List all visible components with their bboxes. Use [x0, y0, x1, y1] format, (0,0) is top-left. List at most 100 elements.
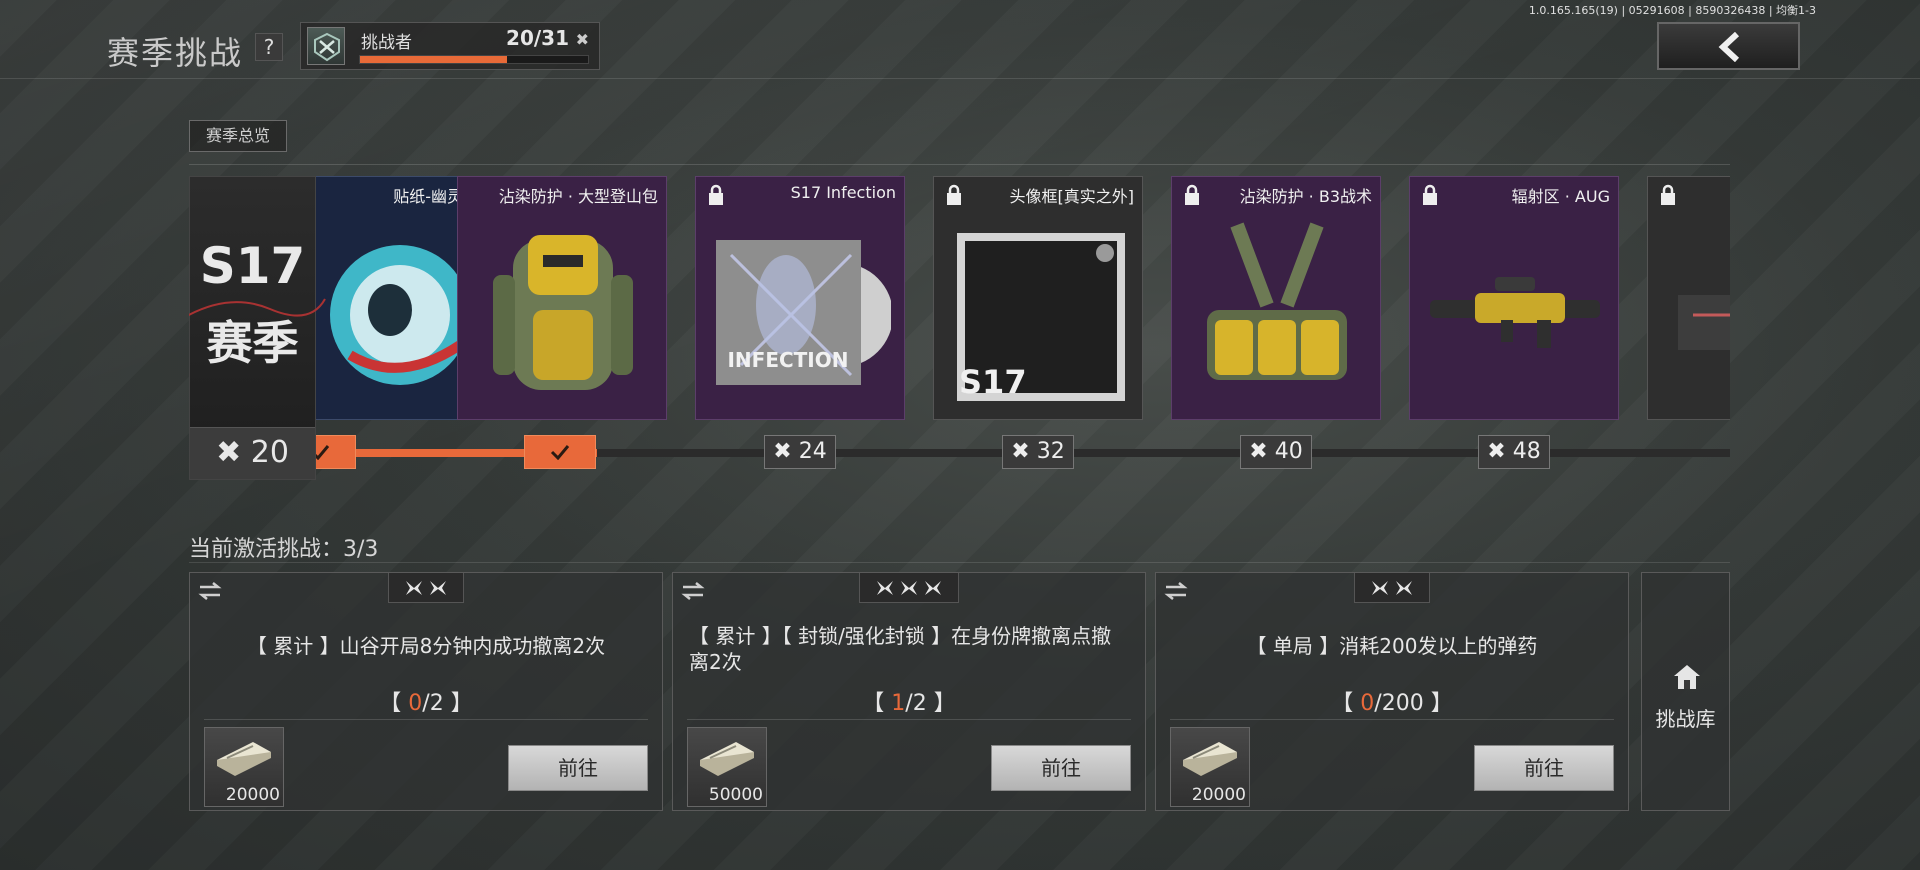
home-icon [1674, 665, 1700, 689]
star-icon: ✖ [1249, 439, 1268, 464]
challenge-description: 【 累计 】【 封锁/强化封锁 】在身份牌撤离点撤离2次 [689, 624, 1112, 674]
active-challenges-title: 当前激活挑战：3/3 [189, 537, 379, 562]
difficulty-stars [1354, 573, 1430, 603]
lock-icon [1423, 184, 1437, 205]
chevron-left-icon [1718, 32, 1740, 62]
active-divider [189, 562, 1730, 563]
star-icon: ✖ [1011, 439, 1030, 464]
star-icon [1372, 580, 1388, 595]
reward-title: 辐射区 · AUG [1511, 187, 1610, 206]
rank-progress-bar [359, 55, 589, 64]
challenge-star-icon: ✖ [575, 30, 589, 49]
reward-preview-image [1678, 295, 1730, 350]
challenge-divider [204, 719, 648, 720]
milestone-node[interactable]: ✖ 32 [1002, 435, 1074, 469]
star-icon: ✖ [773, 439, 792, 464]
challenge-card[interactable]: 【 单局 】消耗200发以上的弹药 【 0/200 】 20000 前往 [1155, 572, 1629, 811]
milestone-label: 40 [1274, 439, 1303, 464]
tab-season-overview[interactable]: 赛季总览 [189, 120, 287, 152]
milestone-label: 32 [1036, 439, 1065, 464]
swap-icon[interactable] [198, 581, 222, 601]
backpack-image [493, 235, 633, 390]
difficulty-stars [388, 573, 464, 603]
season-badge[interactable]: S17 赛季 ✖ 20 [189, 176, 326, 480]
avatar-frame-image: S17 [957, 233, 1125, 401]
chest-rig-image [1207, 222, 1347, 380]
lock-icon [1661, 184, 1675, 205]
check-icon [550, 445, 570, 461]
season-number: S17 [199, 237, 306, 295]
challenge-description: 【 累计 】山谷开局8分钟内成功撤离2次 [246, 634, 606, 658]
reward-card-avatar-frame[interactable]: 头像框[真实之外] S17 [933, 176, 1143, 420]
reward-amount: 20000 [1191, 785, 1246, 805]
cash-stack-icon [217, 742, 271, 776]
cash-stack-icon [700, 742, 754, 776]
reward-card-b3-tactical[interactable]: 沾染防护 · B3战术 [1171, 176, 1381, 420]
swap-icon[interactable] [681, 581, 705, 601]
lock-icon [1185, 184, 1199, 205]
challenge-divider [1170, 719, 1614, 720]
rank-panel[interactable]: 挑战者 20/31 ✖ [300, 22, 600, 70]
challenge-library-button[interactable]: 挑战库 [1641, 572, 1730, 811]
milestone-node[interactable]: ✖ 40 [1240, 435, 1312, 469]
lock-icon [947, 184, 961, 205]
difficulty-stars [859, 573, 959, 603]
reward-card-aug[interactable]: 辐射区 · AUG [1409, 176, 1619, 420]
go-button[interactable]: 前往 [508, 745, 648, 791]
rank-emblem-icon [307, 27, 345, 65]
star-icon: ✖ [1487, 439, 1506, 464]
go-button[interactable]: 前往 [991, 745, 1131, 791]
star-icon [430, 580, 446, 595]
season-label: 赛季 [206, 316, 299, 370]
aug-rifle-image [1430, 277, 1600, 348]
challenge-progress: 【 0/200 】 [1331, 691, 1453, 716]
challenge-progress: 【 1/2 】 [862, 691, 956, 716]
milestone-node[interactable] [524, 435, 596, 469]
reward-item[interactable]: 50000 [687, 727, 767, 807]
challenge-divider [687, 719, 1131, 720]
reward-track[interactable]: 贴纸-幽灵手雷 沾染防护 · 大型登山包 S17 Infection INFEC… [189, 176, 1730, 491]
star-icon [877, 580, 893, 595]
reward-title: S17 Infection [790, 183, 896, 202]
reward-amount: 20000 [225, 785, 280, 805]
reward-card-backpack[interactable]: 沾染防护 · 大型登山包 [457, 176, 667, 420]
art-text: INFECTION [727, 348, 848, 372]
challenge-card[interactable]: 【 累计 】山谷开局8分钟内成功撤离2次 【 0/2 】 20000 前往 [189, 572, 663, 811]
back-button[interactable] [1657, 22, 1800, 70]
help-icon[interactable]: ? [255, 33, 283, 61]
header-divider [0, 78, 1920, 79]
reward-card-infection[interactable]: S17 Infection INFECTION [695, 176, 905, 420]
star-icon [901, 580, 917, 595]
reward-item[interactable]: 20000 [204, 727, 284, 807]
reward-title: 沾染防护 · 大型登山包 [498, 187, 658, 206]
reward-title: 头像框[真实之外] [1009, 187, 1135, 206]
milestone-label: 48 [1512, 439, 1541, 464]
star-icon [925, 580, 941, 595]
art-text: S17 [959, 363, 1027, 401]
challenge-description: 【 单局 】消耗200发以上的弹药 [1246, 634, 1538, 658]
infection-music-image: INFECTION [716, 240, 891, 385]
go-button[interactable]: 前往 [1474, 745, 1614, 791]
reward-item[interactable]: 20000 [1170, 727, 1250, 807]
star-icon: ✖ [216, 435, 251, 470]
reward-amount: 50000 [708, 785, 763, 805]
milestone-node[interactable]: ✖ 24 [764, 435, 836, 469]
swap-icon[interactable] [1164, 581, 1188, 601]
challenge-card[interactable]: 【 累计 】【 封锁/强化封锁 】在身份牌撤离点撤离2次 【 1/2 】 500… [672, 572, 1146, 811]
rank-count: 20/31 [506, 26, 569, 50]
page-title: 赛季挑战 [107, 34, 244, 72]
challenge-progress: 【 0/2 】 [379, 691, 473, 716]
milestone-node[interactable]: ✖ 48 [1478, 435, 1550, 469]
challenge-library-label: 挑战库 [1655, 707, 1716, 731]
rank-name: 挑战者 [361, 33, 412, 53]
season-star-count: ✖ 20 [190, 427, 315, 479]
rank-progress-fill [360, 56, 508, 63]
milestone-label: 24 [798, 439, 827, 464]
cash-stack-icon [1183, 742, 1237, 776]
lock-icon [709, 184, 723, 205]
reward-card-next[interactable] [1647, 176, 1730, 420]
reward-title: 沾染防护 · B3战术 [1239, 187, 1372, 206]
build-info: 1.0.165.165(19) | 05291608 | 8590326438 … [1528, 4, 1816, 17]
star-icon [406, 580, 422, 595]
overview-divider [189, 164, 1730, 165]
